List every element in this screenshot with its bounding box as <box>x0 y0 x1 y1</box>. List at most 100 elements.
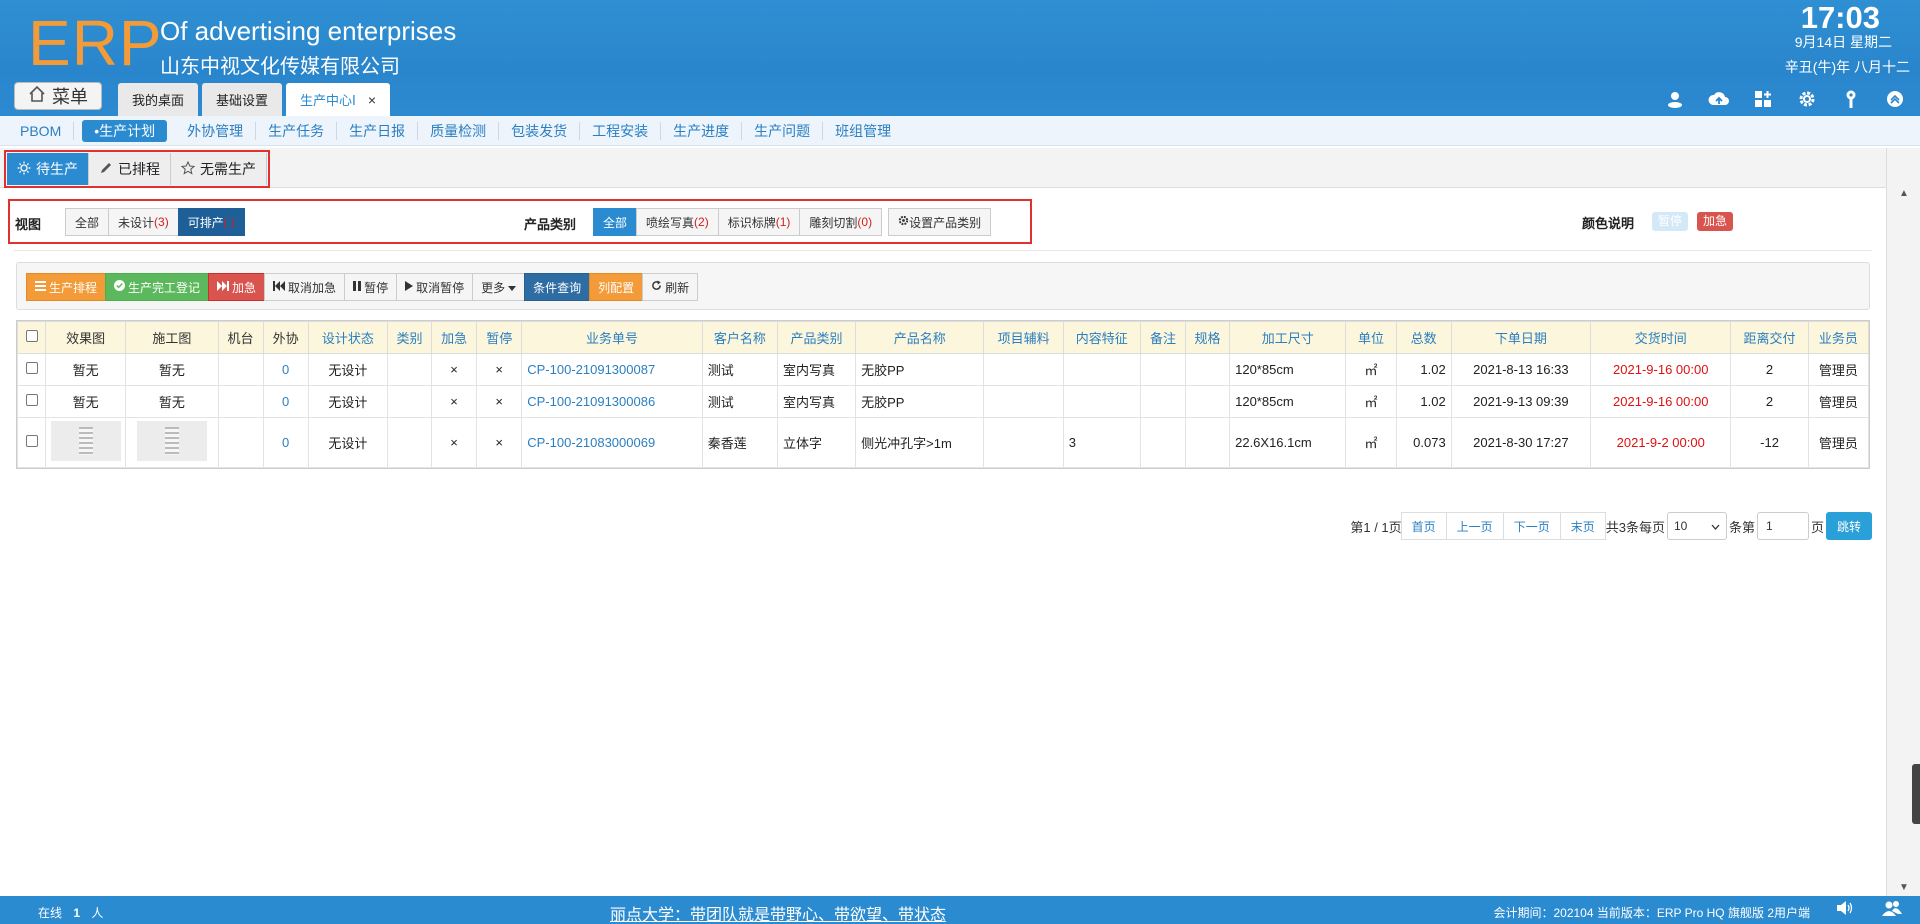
first-page-button[interactable]: 首页 <box>1400 512 1447 540</box>
cell-spec <box>1184 417 1231 468</box>
key-icon[interactable] <box>1840 88 1862 110</box>
page-number-input[interactable]: 1 <box>1756 512 1809 540</box>
construction-thumbnail[interactable] <box>136 421 207 461</box>
row-checkbox[interactable] <box>16 385 47 418</box>
nav-production-task[interactable]: 生产任务 <box>256 121 338 140</box>
category-signage-button[interactable]: 标识标牌 (1) <box>717 208 801 236</box>
collapse-up-icon[interactable] <box>1884 88 1906 110</box>
column-config-button[interactable]: 列配置 <box>589 273 644 301</box>
nav-pbom[interactable]: PBOM <box>8 121 75 140</box>
cell-remark <box>1139 417 1187 468</box>
cell-outsource[interactable]: 0 <box>262 385 309 418</box>
tab-basic-settings[interactable]: 基础设置 <box>202 83 283 116</box>
col-total[interactable]: 总数 <box>1395 321 1452 354</box>
status-tab-scheduled[interactable]: 已排程 <box>89 153 171 185</box>
col-order-no[interactable]: 业务单号 <box>521 321 703 354</box>
col-order-date[interactable]: 下单日期 <box>1450 321 1592 354</box>
col-delivery-time[interactable]: 交货时间 <box>1590 321 1732 354</box>
scroll-up-icon[interactable]: ▲ <box>1887 184 1920 202</box>
effect-thumbnail[interactable] <box>51 421 122 461</box>
lunar-date: 辛丑(牛)年 八月十二 <box>1784 59 1910 75</box>
nav-packing-shipping[interactable]: 包装发货 <box>499 121 581 140</box>
col-spec[interactable]: 规格 <box>1184 321 1231 354</box>
cell-order-no[interactable]: CP-100-21083000069 <box>521 417 703 468</box>
next-page-button[interactable]: 下一页 <box>1502 512 1561 540</box>
more-dropdown-button[interactable]: 更多 <box>472 273 526 301</box>
nav-progress[interactable]: 生产进度 <box>661 121 743 140</box>
condition-query-button[interactable]: 条件查询 <box>524 273 591 301</box>
cell-outsource[interactable]: 0 <box>262 353 309 386</box>
cancel-urgent-button[interactable]: 取消加急 <box>264 273 346 301</box>
users-icon[interactable] <box>1882 900 1902 921</box>
col-category[interactable]: 产品类别 <box>776 321 857 354</box>
jump-button[interactable]: 跳转 <box>1825 512 1872 540</box>
refresh-button[interactable]: 刷新 <box>642 273 699 301</box>
cancel-pause-button[interactable]: 取消暂停 <box>396 273 474 301</box>
col-size[interactable]: 加工尺寸 <box>1229 321 1347 354</box>
user-icon[interactable] <box>1664 88 1686 110</box>
col-unit[interactable]: 单位 <box>1345 321 1397 354</box>
category-all-button[interactable]: 全部 <box>593 208 638 236</box>
gear-icon[interactable] <box>1796 88 1818 110</box>
col-design-status[interactable]: 设计状态 <box>307 321 388 354</box>
col-remark[interactable]: 备注 <box>1139 321 1187 354</box>
col-type[interactable]: 类别 <box>386 321 433 354</box>
cell-type <box>386 385 433 418</box>
tab-my-desktop[interactable]: 我的桌面 <box>118 83 199 116</box>
cell-construction-drawing[interactable] <box>125 417 219 468</box>
cell-order-no[interactable]: CP-100-21091300086 <box>521 385 703 418</box>
complete-register-button[interactable]: 生产完工登记 <box>105 273 210 301</box>
prev-page-button[interactable]: 上一页 <box>1445 512 1504 540</box>
col-product-name[interactable]: 产品名称 <box>855 321 985 354</box>
tab-production-center[interactable]: 生产中心Ⅰ × <box>286 83 391 116</box>
category-inkjet-button[interactable]: 喷绘写真 (2) <box>636 208 719 236</box>
col-materials[interactable]: 项目辅料 <box>983 321 1064 354</box>
close-icon[interactable]: × <box>368 92 376 108</box>
cell-order-no[interactable]: CP-100-21091300087 <box>521 353 703 386</box>
scroll-down-icon[interactable]: ▼ <box>1887 878 1920 896</box>
category-engraving-button[interactable]: 雕刻切割 (0) <box>799 208 883 236</box>
pause-button[interactable]: 暂停 <box>344 273 398 301</box>
cell-design-status: 无设计 <box>307 385 388 418</box>
side-drawer-handle[interactable] <box>1912 764 1920 824</box>
sun-icon <box>17 161 31 178</box>
row-checkbox[interactable] <box>16 417 47 468</box>
table-row[interactable]: 暂无 暂无 0 无设计 × × CP-100-21091300086 测试 室内… <box>16 385 1870 418</box>
col-days-to-delivery[interactable]: 距离交付 <box>1730 321 1809 354</box>
col-pause[interactable]: 暂停 <box>476 321 523 354</box>
status-tab-no-production[interactable]: 无需生产 <box>171 153 267 185</box>
col-content-features[interactable]: 内容特征 <box>1062 321 1141 354</box>
select-all-checkbox[interactable] <box>16 321 47 354</box>
cell-total: 0.073 <box>1395 417 1452 468</box>
nav-team-management[interactable]: 班组管理 <box>823 122 903 140</box>
nav-installation[interactable]: 工程安装 <box>580 121 662 140</box>
page-size-select[interactable]: 10 <box>1666 512 1727 540</box>
last-page-button[interactable]: 末页 <box>1559 512 1606 540</box>
col-urgent[interactable]: 加急 <box>431 321 478 354</box>
row-checkbox[interactable] <box>16 353 47 386</box>
set-category-button[interactable]: 设置产品类别 <box>888 208 992 236</box>
table-row[interactable]: 暂无 暂无 0 无设计 × × CP-100-21091300087 测试 室内… <box>16 353 1870 386</box>
nav-quality-check[interactable]: 质量检测 <box>418 121 500 140</box>
menu-button[interactable]: 菜单 <box>14 82 102 110</box>
nav-issues[interactable]: 生产问题 <box>742 121 824 140</box>
view-undesigned-button[interactable]: 未设计 (3) <box>108 208 179 236</box>
schedule-button[interactable]: 生产排程 <box>26 273 107 301</box>
urgent-button[interactable]: 加急 <box>208 273 266 301</box>
nav-production-plan[interactable]: •生产计划 <box>82 119 168 142</box>
cell-size: 120*85cm <box>1229 353 1347 386</box>
nav-daily-report[interactable]: 生产日报 <box>337 121 419 140</box>
view-producible-button[interactable]: 可排产( ) <box>177 208 246 236</box>
table-row[interactable]: 0 无设计 × × CP-100-21083000069 秦香莲 立体字 侧光冲… <box>16 417 1870 468</box>
nav-outsourcing[interactable]: 外协管理 <box>175 121 257 140</box>
status-tab-pending[interactable]: 待生产 <box>7 153 89 185</box>
grid-add-icon[interactable] <box>1752 88 1774 110</box>
motto-link[interactable]: 丽点大学：带团队就是带野心、带欲望、带状态 <box>610 901 946 924</box>
col-customer[interactable]: 客户名称 <box>701 321 778 354</box>
view-all-button[interactable]: 全部 <box>65 208 110 236</box>
col-salesman[interactable]: 业务员 <box>1807 321 1870 354</box>
cloud-upload-icon[interactable] <box>1708 88 1730 110</box>
speaker-icon[interactable] <box>1836 900 1854 921</box>
cell-effect-image[interactable] <box>45 417 127 468</box>
cell-outsource[interactable]: 0 <box>262 417 309 468</box>
